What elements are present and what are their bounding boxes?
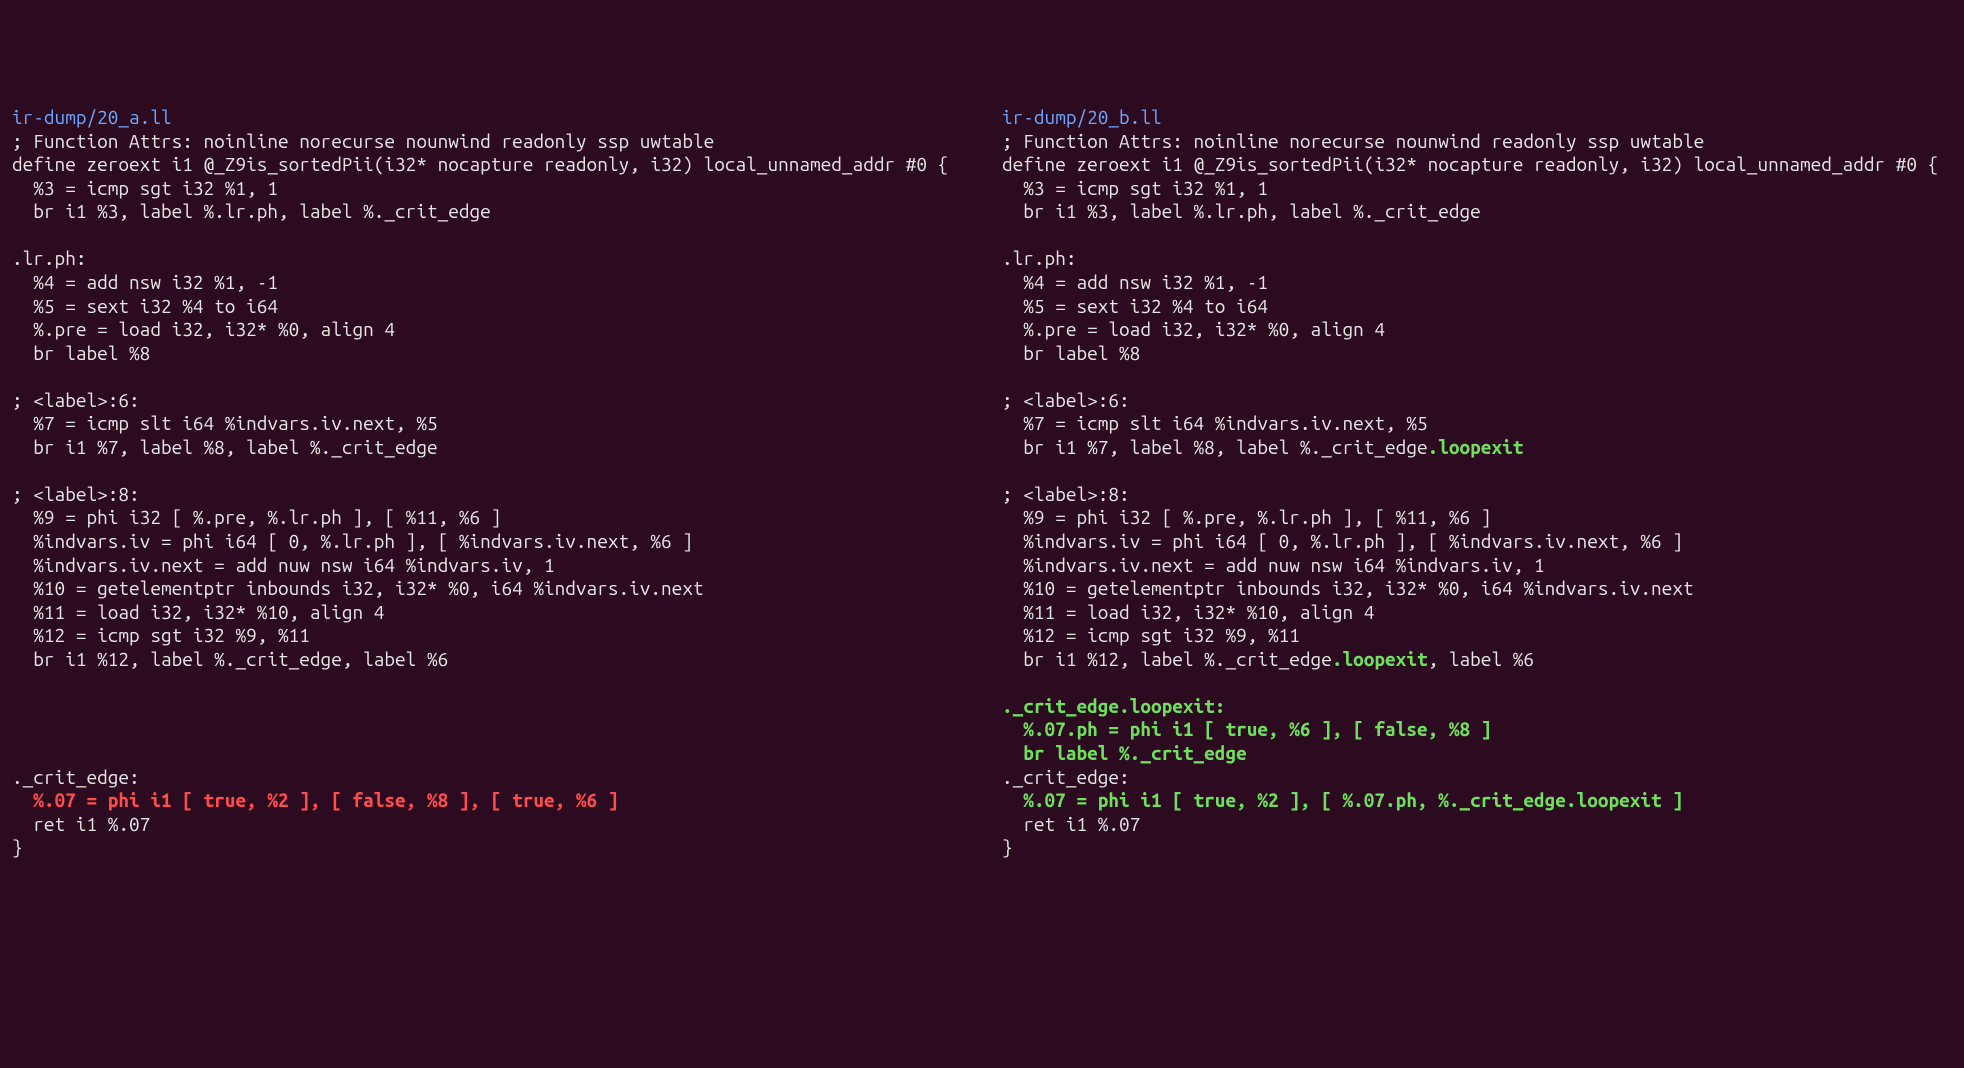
left-line: %11 = load i32, i32* %10, align 4 <box>12 601 962 625</box>
right-line: br label %._crit_edge <box>1002 742 1952 766</box>
right-line: %10 = getelementptr inbounds i32, i32* %… <box>1002 577 1952 601</box>
right-line: %.07 = phi i1 [ true, %2 ], [ %.07.ph, %… <box>1002 789 1952 813</box>
right-line: %12 = icmp sgt i32 %9, %11 <box>1002 624 1952 648</box>
left-filename: ir-dump/20_a.ll <box>12 106 962 130</box>
right-line: br label %8 <box>1002 342 1952 366</box>
left-line: br i1 %12, label %._crit_edge, label %6 <box>12 648 962 672</box>
left-line <box>12 695 962 719</box>
diff-segment: , label %6 <box>1428 648 1534 670</box>
diff-segment: .loopexit <box>1428 436 1524 458</box>
right-line: br i1 %7, label %8, label %._crit_edge.l… <box>1002 436 1952 460</box>
diff-right-column: ir-dump/20_b.ll; Function Attrs: noinlin… <box>1002 106 1952 860</box>
left-line: %indvars.iv = phi i64 [ 0, %.lr.ph ], [ … <box>12 530 962 554</box>
left-line: .lr.ph: <box>12 247 962 271</box>
right-line: ; Function Attrs: noinline norecurse nou… <box>1002 130 1952 154</box>
left-line: %9 = phi i32 [ %.pre, %.lr.ph ], [ %11, … <box>12 506 962 530</box>
right-line: ; <label>:6: <box>1002 389 1952 413</box>
right-line <box>1002 459 1952 483</box>
left-line: ret i1 %.07 <box>12 813 962 837</box>
right-line: %indvars.iv = phi i64 [ 0, %.lr.ph ], [ … <box>1002 530 1952 554</box>
diff-segment: br i1 %12, label %._crit_edge <box>1002 648 1332 670</box>
right-line <box>1002 671 1952 695</box>
left-line: br i1 %7, label %8, label %._crit_edge <box>12 436 962 460</box>
left-line <box>12 742 962 766</box>
right-line: %9 = phi i32 [ %.pre, %.lr.ph ], [ %11, … <box>1002 506 1952 530</box>
left-line: %5 = sext i32 %4 to i64 <box>12 295 962 319</box>
right-line: %11 = load i32, i32* %10, align 4 <box>1002 601 1952 625</box>
left-line <box>12 459 962 483</box>
diff-left-column: ir-dump/20_a.ll; Function Attrs: noinlin… <box>12 106 962 860</box>
left-line: br i1 %3, label %.lr.ph, label %._crit_e… <box>12 200 962 224</box>
diff-segment: %.07 = phi i1 [ true, %2 ], [ %.07.ph, %… <box>1002 789 1683 811</box>
left-line: define zeroext i1 @_Z9is_sortedPii(i32* … <box>12 153 962 177</box>
left-line <box>12 224 962 248</box>
left-line: br label %8 <box>12 342 962 366</box>
left-line: %3 = icmp sgt i32 %1, 1 <box>12 177 962 201</box>
right-line: %5 = sext i32 %4 to i64 <box>1002 295 1952 319</box>
right-line: %4 = add nsw i32 %1, -1 <box>1002 271 1952 295</box>
left-line: ._crit_edge: <box>12 766 962 790</box>
left-line: %4 = add nsw i32 %1, -1 <box>12 271 962 295</box>
left-line: } <box>12 836 962 860</box>
right-line <box>1002 224 1952 248</box>
left-line: %.07 = phi i1 [ true, %2 ], [ false, %8 … <box>12 789 962 813</box>
left-line: ; <label>:6: <box>12 389 962 413</box>
right-line: %.07.ph = phi i1 [ true, %6 ], [ false, … <box>1002 718 1952 742</box>
diff-segment: br i1 %7, label %8, label %._crit_edge <box>1002 436 1428 458</box>
right-line: ._crit_edge: <box>1002 766 1952 790</box>
left-line: %10 = getelementptr inbounds i32, i32* %… <box>12 577 962 601</box>
right-line: ._crit_edge.loopexit: <box>1002 695 1952 719</box>
left-line: %7 = icmp slt i64 %indvars.iv.next, %5 <box>12 412 962 436</box>
left-line <box>12 365 962 389</box>
right-line: define zeroext i1 @_Z9is_sortedPii(i32* … <box>1002 153 1952 177</box>
diff-container: ir-dump/20_a.ll; Function Attrs: noinlin… <box>12 106 1952 860</box>
right-line: .lr.ph: <box>1002 247 1952 271</box>
right-line: br i1 %12, label %._crit_edge.loopexit, … <box>1002 648 1952 672</box>
right-line: %3 = icmp sgt i32 %1, 1 <box>1002 177 1952 201</box>
right-line: %indvars.iv.next = add nuw nsw i64 %indv… <box>1002 554 1952 578</box>
right-line: ; <label>:8: <box>1002 483 1952 507</box>
left-line <box>12 718 962 742</box>
diff-segment: .loopexit <box>1332 648 1428 670</box>
right-line: %7 = icmp slt i64 %indvars.iv.next, %5 <box>1002 412 1952 436</box>
right-line <box>1002 365 1952 389</box>
left-line: ; Function Attrs: noinline norecurse nou… <box>12 130 962 154</box>
right-line: } <box>1002 836 1952 860</box>
left-line: %12 = icmp sgt i32 %9, %11 <box>12 624 962 648</box>
left-line: %indvars.iv.next = add nuw nsw i64 %indv… <box>12 554 962 578</box>
right-line: %.pre = load i32, i32* %0, align 4 <box>1002 318 1952 342</box>
left-line: ; <label>:8: <box>12 483 962 507</box>
left-line <box>12 671 962 695</box>
left-line: %.pre = load i32, i32* %0, align 4 <box>12 318 962 342</box>
right-filename: ir-dump/20_b.ll <box>1002 106 1952 130</box>
right-line: br i1 %3, label %.lr.ph, label %._crit_e… <box>1002 200 1952 224</box>
right-line: ret i1 %.07 <box>1002 813 1952 837</box>
